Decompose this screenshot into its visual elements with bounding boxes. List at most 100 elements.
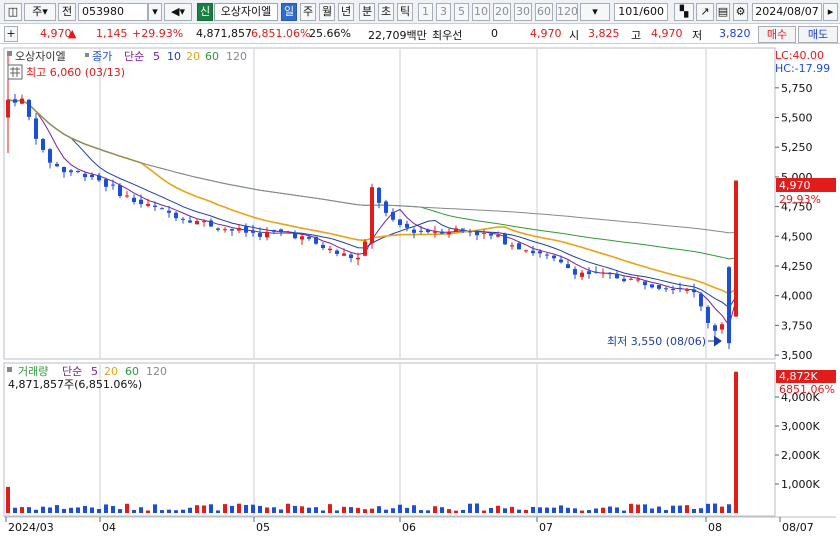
interval-10[interactable]: 10 [472,3,490,21]
volume-bar [286,503,290,513]
candle-body [195,221,199,225]
volume-bar [55,505,59,513]
interval-60[interactable]: 60 [535,3,553,21]
period-month[interactable]: 월 [319,3,335,21]
date-field[interactable]: 2024/08/07 [752,3,822,21]
volume-bar [692,509,696,513]
settings-icon[interactable]: ⚙ [733,3,748,21]
volume-bar [300,506,304,513]
candle-body [286,232,290,234]
current-volume-pct: 6851.06% [779,383,835,396]
current-volume-label: 4,872K [779,370,818,383]
interval-dropdown[interactable]: ▾ [580,3,610,21]
volume-bar [636,504,640,513]
volume-bar [97,508,101,513]
candle-body [146,203,150,206]
candle-body [104,179,108,187]
stock-code-input[interactable]: 053980 [78,3,148,21]
volume-bar [265,507,269,513]
volume-bar [188,507,192,513]
volume-bar [412,505,416,513]
interval-20[interactable]: 20 [493,3,511,21]
volume-bar [699,508,703,513]
volume-bar [27,507,31,513]
new-badge[interactable]: 신 [197,3,213,21]
candle-body [706,306,710,323]
period-second[interactable]: 초 [378,3,394,21]
volume-bar [517,509,521,513]
candle-body [202,221,206,223]
quote-change-pct: +29.93% [132,27,184,40]
volume-legend-ma60: 60 [125,365,139,378]
candle-body [188,220,192,223]
volume-bar [349,507,353,513]
layout-icon[interactable]: ◫ [4,3,22,21]
candle-body [692,289,696,293]
candle-body [615,273,619,279]
price-tick-label: 5,750 [781,82,813,95]
period-minute[interactable]: 분 [359,3,375,21]
candle-body [384,201,388,213]
candle-body [363,241,367,256]
interval-5[interactable]: 5 [454,3,469,21]
volume-bar [475,503,479,513]
period-week[interactable]: 주 [300,3,316,21]
x-axis: 2024/03 04 05 06 07 08 08/07 [5,517,814,534]
candle-body [118,185,122,196]
interval-30[interactable]: 30 [514,3,532,21]
table-icon[interactable] [7,64,23,80]
candle-body [573,269,577,275]
candle-body [503,234,507,245]
volume-bar [496,505,500,513]
period-year[interactable]: 년 [338,3,354,21]
legend-ma120: 120 [226,50,247,63]
candle-body [153,205,157,207]
trend-icon[interactable]: ↗ [696,3,714,21]
date-spin-icon[interactable]: ▸ [823,3,838,21]
candle-body [447,231,451,235]
period-day[interactable]: 일 [281,3,297,21]
quote-bar: + 4,970 ▲ 1,145 +29.93% 4,871,857 6,851.… [0,24,840,44]
menu-select[interactable]: 주▾ [24,3,56,21]
volume-bar [622,510,626,513]
volume-bar [580,510,584,513]
volume-bar [433,506,437,513]
volume-bar [34,509,38,513]
buy-button[interactable]: 매수 [758,26,796,43]
count-field[interactable]: 101/600 [614,3,668,21]
sound-icon[interactable]: ◀▾ [164,3,192,21]
volume-bar [244,504,248,513]
indicator-icon[interactable]: ▚ [674,3,694,21]
interval-120[interactable]: 120 [556,3,578,21]
volume-bar [706,503,710,513]
interval-3[interactable]: 3 [436,3,451,21]
code-dropdown-icon[interactable]: ▾ [148,3,162,21]
interval-1[interactable]: 1 [418,3,433,21]
candle-body [489,233,493,236]
volume-bar [41,506,45,513]
period-tick[interactable]: 틱 [397,3,413,21]
sell-button[interactable]: 매도 [798,26,838,43]
volume-bar [419,510,423,513]
candle-body [531,250,535,254]
volume-bar [468,503,472,513]
volume-legend-ma120: 120 [146,365,167,378]
volume-bar [328,504,332,513]
candle-body [160,208,164,210]
volume-bar [510,506,514,513]
quote-expand-icon[interactable]: + [4,26,18,42]
candle-body [6,99,10,118]
quote-pref-label: 최우선 [432,29,463,42]
volume-bar [426,510,430,513]
quote-change: 1,145 [96,27,128,40]
volume-bar [209,504,213,513]
volume-bar [587,510,591,513]
candle-body [545,254,549,256]
candle-body [62,166,66,173]
all-button[interactable]: 전 [58,3,76,21]
save-icon[interactable]: ▤ [716,3,730,21]
legend-square-icon [7,51,12,56]
candle-body [482,232,486,234]
volume-legend-square-icon [7,367,12,372]
price-chart[interactable]: 오상자이엘 종가 단순 5 10 20 60 120 최고 6,060 (03/… [0,45,840,540]
